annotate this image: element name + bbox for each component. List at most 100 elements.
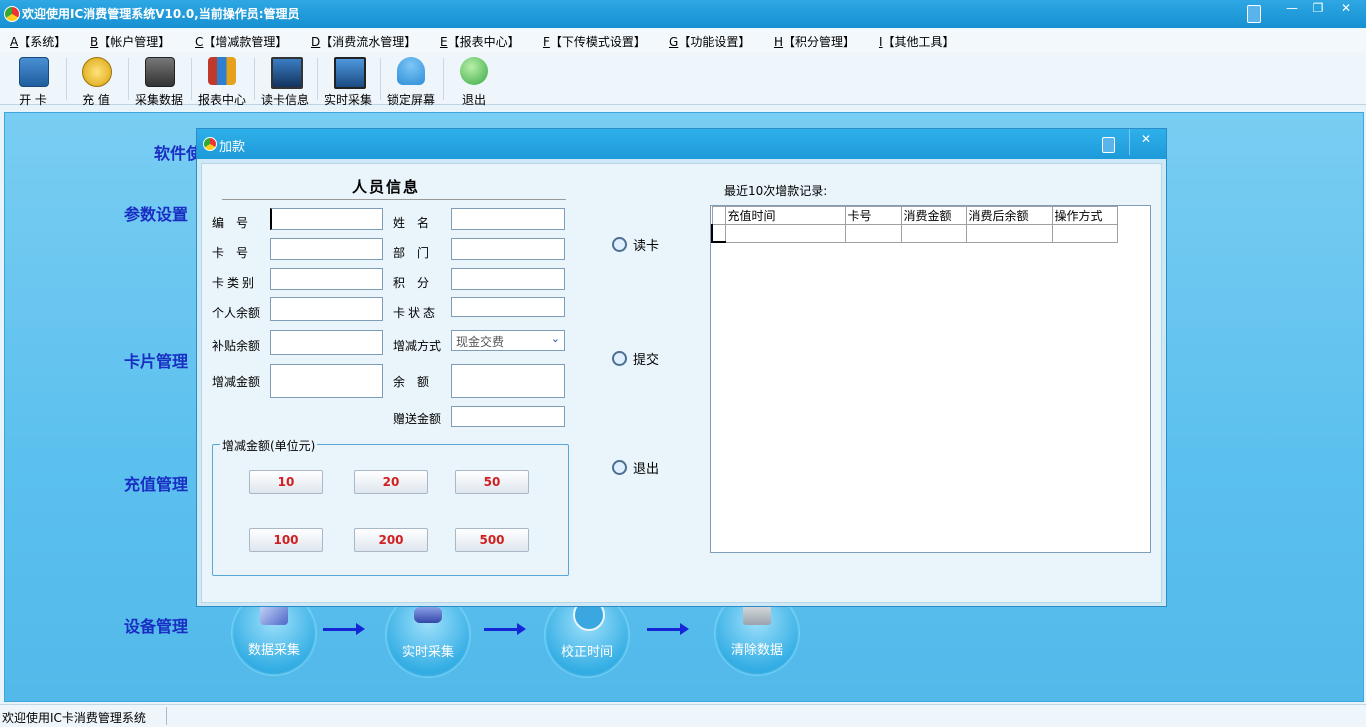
- read-card-info-button[interactable]: 读卡信息: [255, 54, 315, 107]
- subsidy-balance-input[interactable]: [270, 330, 383, 355]
- name-input[interactable]: [451, 208, 565, 230]
- minimize-button[interactable]: —: [1280, 2, 1304, 16]
- status-divider: [166, 707, 167, 725]
- menu-points[interactable]: H【积分管理】: [774, 33, 855, 50]
- personal-balance-input[interactable]: [270, 297, 383, 321]
- header-underline: [222, 199, 566, 200]
- records-table: 充值时间 卡号 消费金额 消费后余额 操作方式: [711, 206, 1118, 243]
- section-recharge-management[interactable]: 充值管理: [124, 471, 188, 495]
- floppy-disk-icon: [145, 57, 175, 87]
- column-header[interactable]: 卡号: [844, 206, 902, 225]
- menu-system[interactable]: A【系统】: [10, 33, 66, 50]
- toolbar: 开 卡 充 值 采集数据 报表中心 读卡信息 实时采集 锁定屏幕 退出: [0, 52, 1366, 107]
- id-input[interactable]: [270, 208, 383, 230]
- method-select[interactable]: 现金交费 ⌄: [451, 330, 565, 351]
- field-label-dept: 部 门: [393, 246, 430, 260]
- field-label-method: 增减方式: [393, 339, 442, 353]
- magnifier-icon: [612, 237, 627, 252]
- amount-10-button[interactable]: 10: [249, 470, 323, 494]
- status-bar: 欢迎使用IC卡消费管理系统: [0, 704, 1366, 727]
- coins-icon: [82, 57, 112, 87]
- table-cell: [844, 224, 902, 243]
- lock-screen-button[interactable]: 锁定屏幕: [381, 54, 441, 107]
- table-cell: [900, 224, 967, 243]
- field-label-subsidy-balance: 补贴余额: [212, 339, 261, 353]
- restore-button[interactable]: ❐: [1306, 2, 1330, 16]
- menu-function-settings[interactable]: G【功能设置】: [669, 33, 750, 50]
- dialog-close-button[interactable]: ✕: [1141, 132, 1151, 146]
- menu-add-deduct[interactable]: C【增减款管理】: [195, 33, 287, 50]
- table-cell: [1051, 224, 1118, 243]
- recharge-button[interactable]: 充 值: [66, 54, 126, 107]
- magnifier-icon: [612, 460, 627, 475]
- amount-group-box: [212, 444, 569, 576]
- table-cell: [724, 224, 846, 243]
- flow-arrow-icon: [323, 623, 365, 635]
- chevron-down-icon: ⌄: [550, 332, 560, 345]
- exit-button[interactable]: 退出: [444, 54, 504, 107]
- globe-exit-icon: [460, 57, 488, 85]
- balance-input[interactable]: [451, 364, 565, 398]
- amount-input[interactable]: [270, 364, 383, 398]
- dialog-title: 加款: [219, 140, 246, 155]
- section-param-settings[interactable]: 参数设置: [124, 201, 188, 225]
- collect-data-button[interactable]: 采集数据: [129, 54, 189, 107]
- submit-button[interactable]: 提交: [612, 349, 659, 368]
- dept-input[interactable]: [451, 238, 565, 260]
- report-center-button[interactable]: 报表中心: [192, 54, 252, 107]
- dialog-divider: [1129, 129, 1130, 155]
- card-status-input[interactable]: [451, 297, 565, 317]
- close-button[interactable]: ✕: [1334, 2, 1358, 16]
- amount-20-button[interactable]: 20: [354, 470, 428, 494]
- user-lock-icon: [397, 57, 425, 85]
- open-card-button[interactable]: 开 卡: [3, 54, 63, 107]
- table-cell: [965, 224, 1053, 243]
- window-title: 欢迎使用IC消费管理系统V10.0,当前操作员:管理员: [22, 7, 300, 21]
- person-info-header: 人员信息: [352, 178, 421, 196]
- monitor-icon: [271, 57, 303, 89]
- menu-consumption-flow[interactable]: D【消费流水管理】: [311, 33, 416, 50]
- column-header[interactable]: 消费后余额: [965, 206, 1053, 225]
- table-row[interactable]: [711, 224, 1118, 243]
- skin-icon[interactable]: [1247, 5, 1261, 23]
- field-label-gift-amount: 赠送金额: [393, 412, 442, 426]
- menu-download-mode[interactable]: F【下传模式设置】: [543, 33, 646, 50]
- screen-icon: [334, 57, 366, 89]
- section-card-management[interactable]: 卡片管理: [124, 348, 188, 372]
- magnifier-icon: [612, 351, 627, 366]
- points-input[interactable]: [451, 268, 565, 290]
- realtime-collect-button[interactable]: 实时采集: [318, 54, 378, 107]
- field-label-card-status: 卡状态: [393, 306, 439, 320]
- method-select-value: 现金交费: [456, 335, 505, 349]
- amount-50-button[interactable]: 50: [455, 470, 529, 494]
- amount-500-button[interactable]: 500: [455, 528, 529, 552]
- card-type-input[interactable]: [270, 268, 383, 290]
- read-card-button[interactable]: 读卡: [612, 235, 659, 254]
- add-funds-dialog: 加款 ✕ 人员信息 编 号 姓 名 卡 号 部 门 卡类别 积 分 个人余额 卡…: [196, 128, 1167, 607]
- flow-arrow-icon: [647, 623, 689, 635]
- card-reader-icon: [414, 607, 442, 623]
- amount-100-button[interactable]: 100: [249, 528, 323, 552]
- field-label-personal-balance: 个人余额: [212, 306, 261, 320]
- menu-account[interactable]: B【帐户管理】: [90, 33, 170, 50]
- records-title: 最近10次增款记录:: [724, 184, 828, 198]
- records-grid[interactable]: 充值时间 卡号 消费金额 消费后余额 操作方式: [710, 205, 1151, 553]
- books-icon: [208, 57, 236, 85]
- section-device-management[interactable]: 设备管理: [124, 613, 188, 637]
- menu-other-tools[interactable]: I【其他工具】: [879, 33, 955, 50]
- column-header[interactable]: 充值时间: [724, 206, 846, 225]
- dialog-skin-icon[interactable]: [1102, 137, 1115, 153]
- amount-200-button[interactable]: 200: [354, 528, 428, 552]
- menu-report-center[interactable]: E【报表中心】: [440, 33, 520, 50]
- column-header[interactable]: 消费金额: [900, 206, 967, 225]
- card-no-input[interactable]: [270, 238, 383, 260]
- section-software[interactable]: 软件使: [154, 140, 202, 164]
- field-label-points: 积 分: [393, 276, 430, 290]
- flow-arrow-icon: [484, 623, 526, 635]
- dialog-title-bar: 加款 ✕: [197, 129, 1166, 159]
- dialog-exit-button[interactable]: 退出: [612, 458, 659, 477]
- column-header[interactable]: 操作方式: [1051, 206, 1118, 225]
- field-label-amount: 增减金额: [212, 375, 261, 389]
- gift-amount-input[interactable]: [451, 406, 565, 427]
- records-header-row: 充值时间 卡号 消费金额 消费后余额 操作方式: [711, 206, 1118, 225]
